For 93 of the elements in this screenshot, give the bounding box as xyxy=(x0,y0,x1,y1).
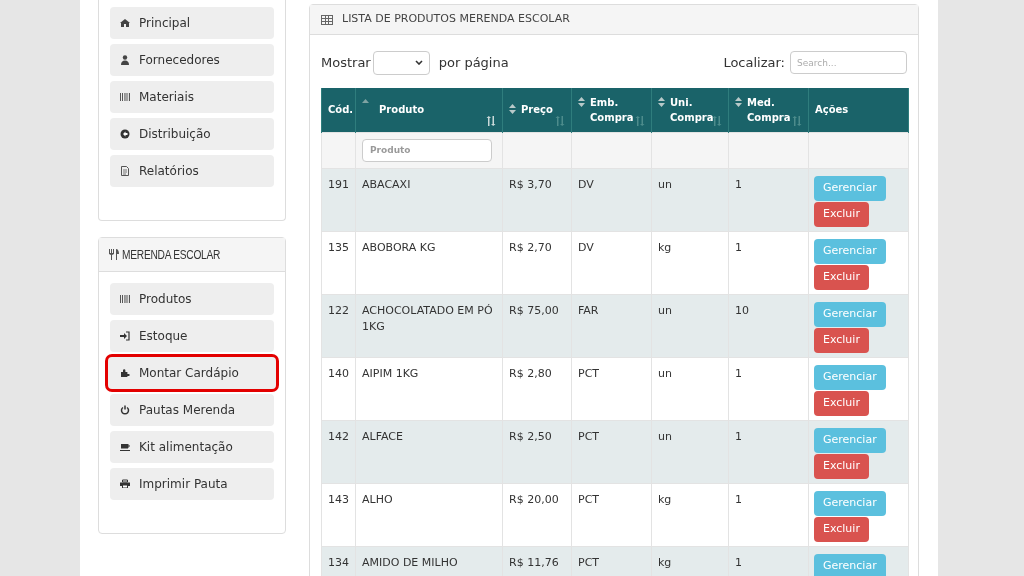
table-cell: 1 xyxy=(735,429,742,443)
sidebar-menu-item[interactable]: Estoque xyxy=(110,320,274,352)
sort-order-icon xyxy=(486,115,496,126)
table-cell: kg xyxy=(658,240,672,254)
sidebar-menu-item[interactable]: Distribuição xyxy=(110,118,274,150)
caret-icon xyxy=(414,60,423,65)
panel-title: MERENDA ESCOLAR xyxy=(122,246,221,264)
table-cell: R$ 75,00 xyxy=(509,303,559,317)
delete-button[interactable]: Excluir xyxy=(814,390,869,416)
sidebar-menu-item[interactable]: Fornecedores xyxy=(110,44,274,76)
table-cell: 140 xyxy=(328,366,349,380)
sidebar-menu-item[interactable]: Principal xyxy=(110,7,274,39)
sort-order-icon xyxy=(635,115,645,126)
cutlery-icon xyxy=(109,249,119,260)
table-cell: FAR xyxy=(578,303,599,317)
sort-icon[interactable] xyxy=(735,96,742,107)
table-cell: 1 xyxy=(735,366,742,380)
table-cell: R$ 2,70 xyxy=(509,240,552,254)
show-label: Mostrar xyxy=(321,53,371,72)
table-cell: 135 xyxy=(328,240,349,254)
table-cell: 10 xyxy=(735,303,749,317)
panel-title: LISTA DE PRODUTOS MERENDA ESCOLAR xyxy=(342,11,570,28)
table-cell: R$ 11,76 xyxy=(509,555,559,569)
table-cell: ABOBORA KG xyxy=(362,240,436,254)
power-icon xyxy=(120,405,130,415)
delete-button[interactable]: Excluir xyxy=(814,516,869,542)
table-cell: un xyxy=(658,303,672,317)
table-cell: PCT xyxy=(578,492,600,506)
sort-icon[interactable] xyxy=(509,104,516,115)
sidebar-menu-item[interactable]: Montar Cardápio xyxy=(108,357,276,389)
delete-button[interactable]: Excluir xyxy=(814,201,869,227)
table-cell: 191 xyxy=(328,177,349,191)
table-cell: AMIDO DE MILHO xyxy=(362,555,458,569)
sidebar-menu-item[interactable]: Kit alimentação xyxy=(110,431,274,463)
table-cell: ACHOCOLATADO EM PÓ 1KG xyxy=(362,303,493,333)
sort-order-icon xyxy=(555,115,565,126)
table-cell: DV xyxy=(578,177,594,191)
table-cell: 122 xyxy=(328,303,349,317)
table-icon xyxy=(321,14,333,25)
sidebar-menu-item[interactable]: Pautas Merenda xyxy=(110,394,274,426)
user-icon xyxy=(120,55,130,65)
sort-order-icon xyxy=(792,115,802,126)
table-cell: PCT xyxy=(578,429,600,443)
table-cell: kg xyxy=(658,555,672,569)
table-cell: ABACAXI xyxy=(362,177,411,191)
column-header: Cód. xyxy=(328,103,354,118)
arrow-circle-icon xyxy=(120,129,130,139)
barcode-icon xyxy=(120,294,130,304)
table-cell: DV xyxy=(578,240,594,254)
sort-order-icon xyxy=(712,115,722,126)
table-cell: 1 xyxy=(735,555,742,569)
product-filter-field[interactable]: Produto xyxy=(362,138,492,162)
table-cell: PCT xyxy=(578,555,600,569)
puzzle-icon xyxy=(120,368,130,378)
sort-icon[interactable] xyxy=(658,96,665,107)
table-cell: 1 xyxy=(735,177,742,191)
sidebar-menu-item[interactable]: Produtos xyxy=(110,283,274,315)
printer-icon xyxy=(120,479,130,489)
table-cell: R$ 3,70 xyxy=(509,177,552,191)
sidebar-menu-item[interactable]: Relatórios xyxy=(110,155,274,187)
delete-button[interactable]: Excluir xyxy=(814,264,869,290)
delete-button[interactable]: Excluir xyxy=(814,327,869,353)
barcode-icon xyxy=(120,92,130,102)
column-header: Ações xyxy=(815,103,849,118)
table-cell: kg xyxy=(658,492,672,506)
table-cell: un xyxy=(658,177,672,191)
delete-button[interactable]: Excluir xyxy=(814,453,869,479)
sort-icon[interactable] xyxy=(578,96,585,107)
search-field[interactable]: Search... xyxy=(790,51,907,74)
search-label: Localizar: xyxy=(723,53,785,72)
table-cell: ALHO xyxy=(362,492,393,506)
column-header[interactable]: Produto xyxy=(379,102,425,118)
sort-ascending-icon[interactable] xyxy=(362,99,369,104)
table-cell: 1 xyxy=(735,492,742,506)
table-cell: R$ 2,80 xyxy=(509,366,552,380)
sidebar-menu-item[interactable]: Materiais xyxy=(110,81,274,113)
table-cell: 143 xyxy=(328,492,349,506)
table-cell: 134 xyxy=(328,555,349,569)
sidebar-menu-item[interactable]: Imprimir Pauta xyxy=(110,468,274,500)
sign-in-icon xyxy=(120,331,130,341)
per-page-label: por página xyxy=(438,53,509,72)
table-cell: R$ 20,00 xyxy=(509,492,559,506)
table-cell: 1 xyxy=(735,240,742,254)
table-cell: AIPIM 1KG xyxy=(362,366,419,380)
table-cell: R$ 2,50 xyxy=(509,429,552,443)
table-cell: un xyxy=(658,366,672,380)
table-cell: ALFACE xyxy=(362,429,403,443)
home-icon xyxy=(120,18,130,28)
table-cell: 142 xyxy=(328,429,349,443)
column-header[interactable]: Preço xyxy=(521,102,561,118)
table-cell: un xyxy=(658,429,672,443)
document-icon xyxy=(120,166,130,176)
table-cell: PCT xyxy=(578,366,600,380)
